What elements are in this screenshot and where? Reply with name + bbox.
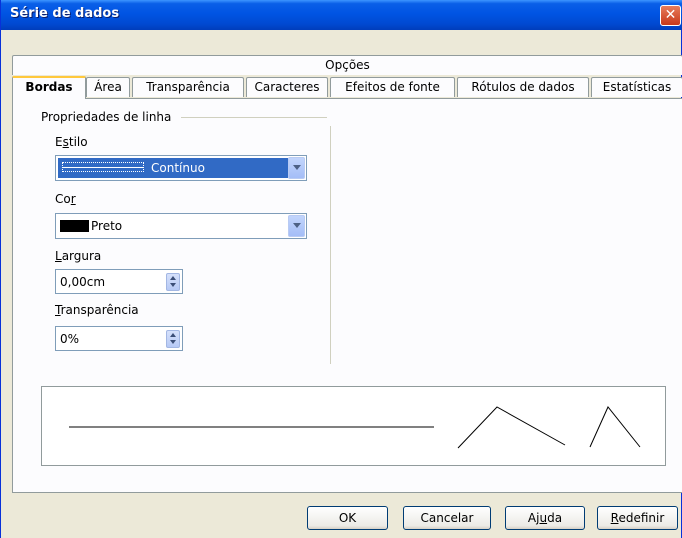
- color-value: Preto: [91, 219, 123, 233]
- close-icon: ✕: [664, 7, 677, 23]
- close-button[interactable]: ✕: [660, 5, 681, 26]
- tab-estatisticas[interactable]: Estatísticas: [591, 77, 682, 97]
- style-dropdown[interactable]: Contínuo: [55, 155, 307, 181]
- tab-efeitos-de-fonte[interactable]: Efeitos de fonte: [330, 77, 455, 97]
- spin-arrows-icon[interactable]: [166, 330, 180, 348]
- preview-graphic: [69, 406, 641, 449]
- tab-rotulos-de-dados[interactable]: Rótulos de dados: [457, 77, 589, 97]
- width-value: 0,00cm: [60, 275, 106, 289]
- reset-button[interactable]: Redefinir: [597, 506, 678, 530]
- chevron-down-icon[interactable]: [288, 215, 305, 237]
- line-sample: [62, 162, 144, 172]
- chevron-down-icon[interactable]: [288, 157, 305, 179]
- tab-area[interactable]: Área: [86, 77, 130, 97]
- width-spinner[interactable]: 0,00cm: [55, 269, 183, 294]
- tab-transparencia[interactable]: Transparência: [132, 77, 244, 97]
- style-selection: Contínuo: [58, 158, 288, 178]
- help-button[interactable]: Ajuda: [505, 506, 585, 530]
- tab-opcoes[interactable]: Opções: [12, 55, 682, 75]
- spin-arrows-icon[interactable]: [166, 273, 180, 291]
- transparency-label: Transparência: [55, 303, 139, 317]
- ok-button[interactable]: OK: [307, 506, 388, 530]
- cancel-button[interactable]: Cancelar: [403, 506, 491, 530]
- tab-caracteres[interactable]: Caracteres: [246, 77, 328, 97]
- transparency-value: 0%: [60, 332, 80, 346]
- transparency-spinner[interactable]: 0%: [55, 326, 183, 351]
- style-value: Contínuo: [151, 161, 205, 175]
- group-title: Propriedades de linha: [41, 110, 172, 124]
- window-title: Série de dados: [10, 6, 120, 21]
- vertical-divider: [330, 126, 331, 364]
- color-label: Cor: [55, 192, 76, 206]
- line-preview: [41, 386, 666, 466]
- style-label: Estilo: [55, 135, 88, 149]
- tab-bordas[interactable]: Bordas: [12, 76, 86, 99]
- color-dropdown[interactable]: Preto: [55, 213, 307, 239]
- group-divider: [181, 117, 327, 118]
- color-swatch: [60, 220, 89, 232]
- width-label: Largura: [55, 249, 102, 263]
- dialog-window: Série de dados ✕ Opções Bordas Área Tran…: [0, 0, 682, 538]
- title-bar[interactable]: Série de dados ✕: [1, 0, 682, 30]
